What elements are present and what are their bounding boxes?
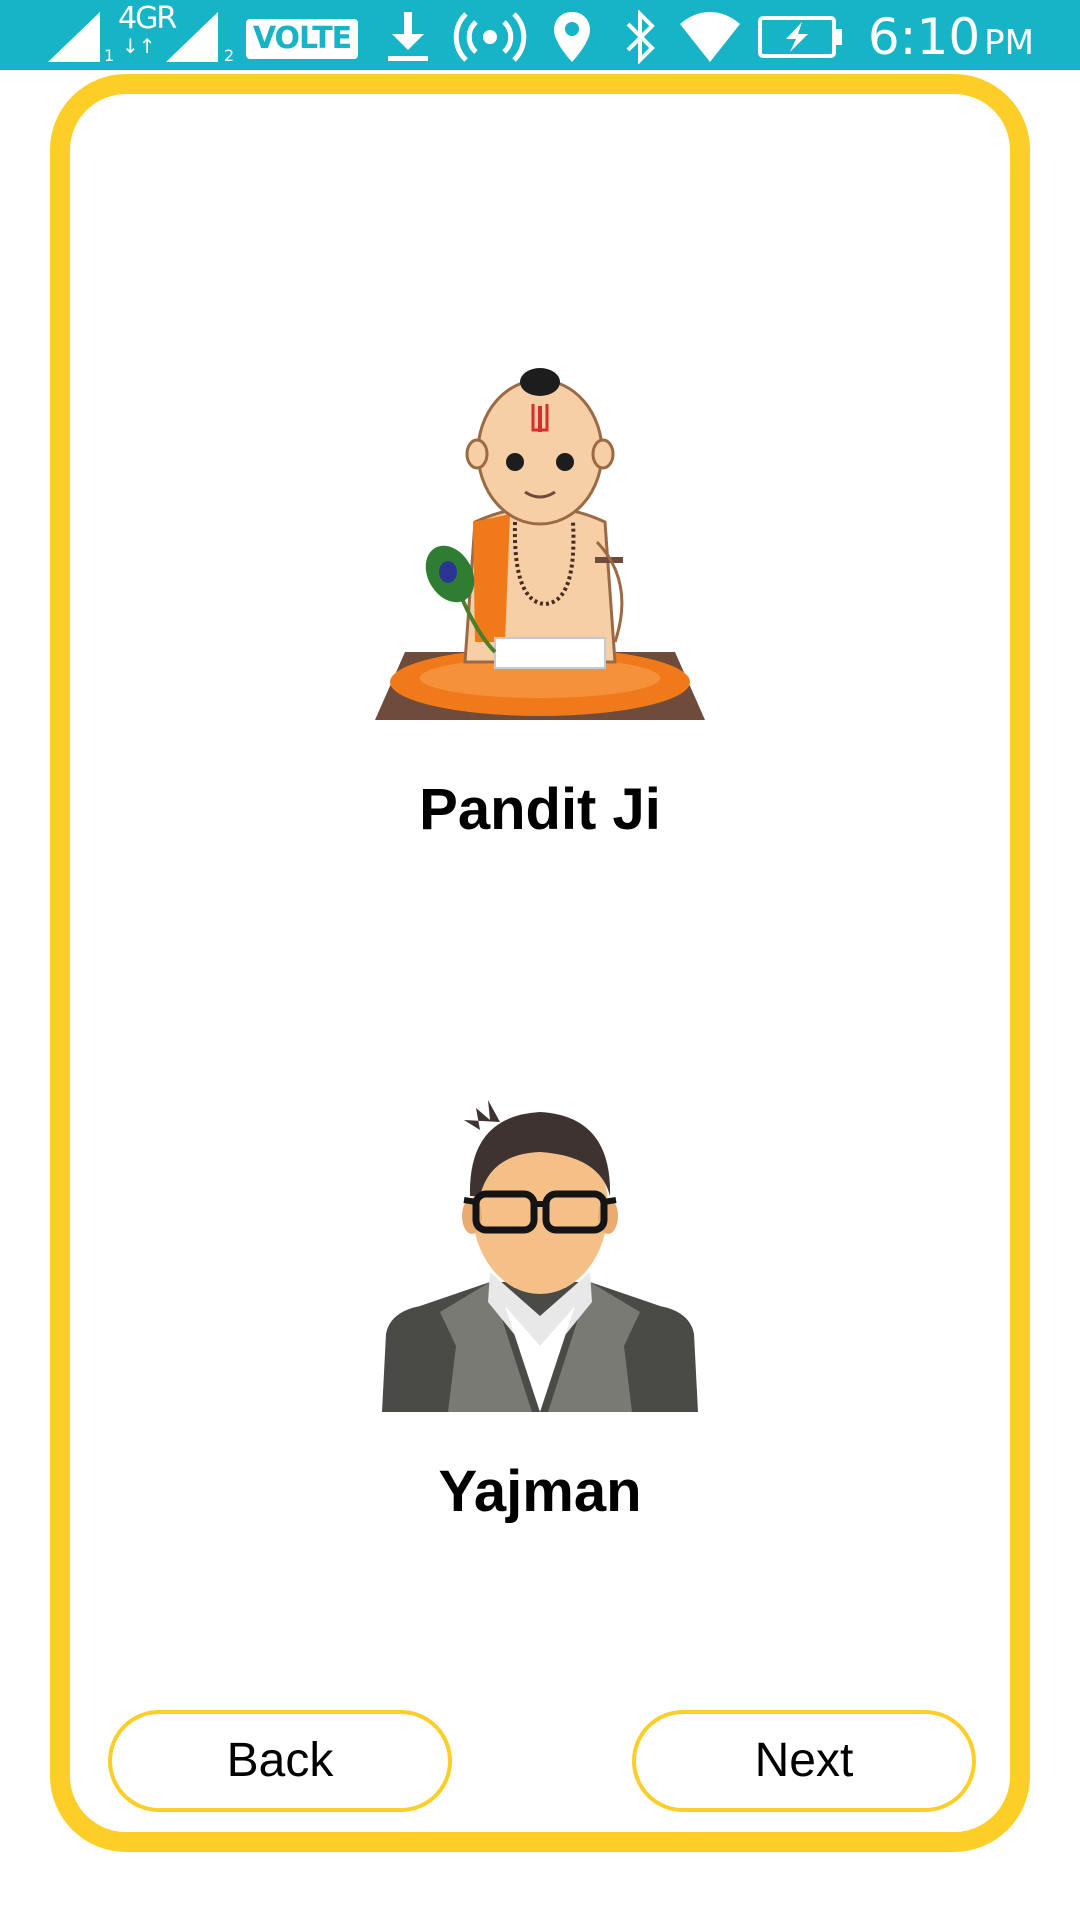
role-label-pandit[interactable]: Pandit Ji xyxy=(70,776,1010,843)
signal-icon xyxy=(166,12,218,62)
sim2-index: 2 xyxy=(224,46,235,65)
location-icon xyxy=(554,12,590,62)
yajman-illustration[interactable] xyxy=(380,1096,700,1412)
next-button[interactable]: Next xyxy=(632,1710,976,1812)
battery-charging-icon xyxy=(758,16,842,58)
role-selection-card: Pandit Ji Yajman Back Next xyxy=(50,74,1030,1852)
status-bar: 1 4GR ↓↑ 2 VOLTE 6:10 PM xyxy=(0,0,1080,70)
signal-icon xyxy=(48,12,100,62)
bluetooth-icon xyxy=(626,10,655,64)
volte-icon: VOLTE xyxy=(246,19,358,59)
role-label-yajman[interactable]: Yajman xyxy=(70,1458,1010,1525)
clock: 6:10 PM xyxy=(867,8,1034,66)
sim1-index: 1 xyxy=(104,46,115,65)
download-icon xyxy=(388,12,428,61)
pandit-illustration[interactable] xyxy=(375,342,705,722)
hotspot-icon xyxy=(453,12,527,62)
wifi-icon xyxy=(680,12,740,62)
back-button[interactable]: Back xyxy=(108,1710,452,1812)
